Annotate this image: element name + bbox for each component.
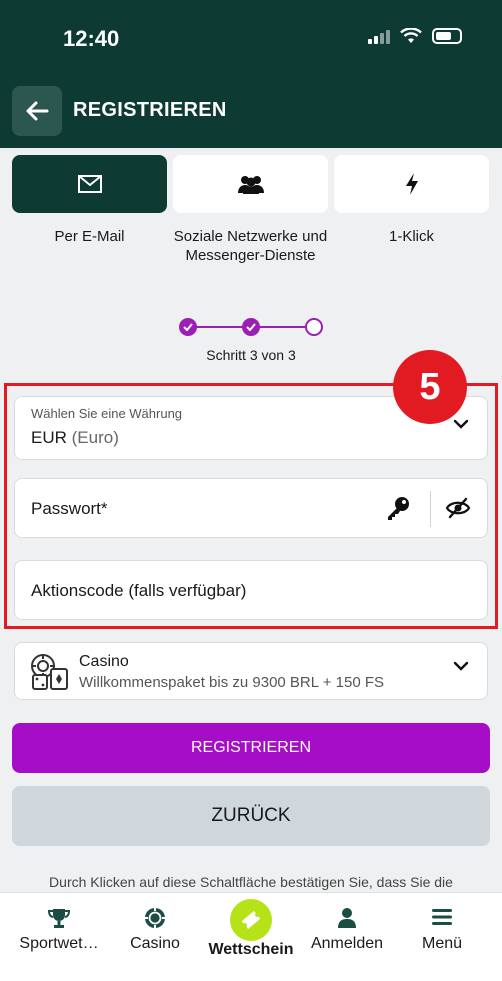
nav-label-casino: Casino: [130, 935, 180, 952]
menu-icon: [392, 907, 492, 927]
bonus-select[interactable]: Casino Willkommenspaket bis zu 9300 BRL …: [14, 642, 488, 700]
bonus-title: Casino: [79, 653, 129, 670]
method-one-click-box[interactable]: [334, 155, 489, 213]
bottom-nav: Sportwet… Casino Wettschein Anmelden Men…: [0, 892, 502, 981]
method-one-click-label: 1-Klick: [388, 228, 434, 245]
wifi-icon: [400, 28, 422, 43]
status-time: 12:40: [63, 26, 120, 51]
trophy-icon: [9, 907, 109, 929]
step-3-current: [305, 318, 323, 336]
nav-label-menu: Menü: [421, 935, 463, 952]
ticket-icon: [230, 899, 272, 941]
nav-label-betslip: Wettschein: [208, 941, 294, 958]
status-icons: [368, 28, 462, 44]
method-social-label: Soziale Netzwerke und Messenger-Dienste: [173, 228, 328, 264]
casino-chip-icon: [105, 907, 205, 929]
lightning-icon: [405, 173, 418, 195]
nav-item-menu[interactable]: Menü: [392, 893, 492, 981]
step-2-done: [242, 318, 260, 336]
nav-label-sports: Sportwet…: [19, 935, 99, 952]
nav-active-indicator: [201, 899, 301, 941]
envelope-icon: [77, 175, 102, 193]
bonus-subtitle: Willkommenspaket bis zu 9300 BRL + 150 F…: [79, 674, 385, 691]
nav-item-betslip[interactable]: Wettschein: [201, 893, 301, 981]
nav-item-sports[interactable]: Sportwet…: [9, 893, 109, 981]
method-social[interactable]: Soziale Netzwerke und Messenger-Dienste: [173, 155, 328, 265]
method-one-click[interactable]: 1-Klick: [334, 155, 489, 265]
app-header: 12:40 REGISTRIEREN: [0, 0, 502, 148]
user-icon: [297, 907, 397, 929]
battery-icon: [432, 28, 462, 44]
nav-item-login[interactable]: Anmelden: [297, 893, 397, 981]
registration-methods: Per E-Mail Soziale Netzwerke und Messeng…: [12, 155, 490, 265]
back-button[interactable]: ZURÜCK: [12, 786, 490, 846]
arrow-left-icon: [26, 101, 49, 121]
register-button[interactable]: REGISTRIEREN: [12, 723, 490, 773]
check-icon: [183, 323, 193, 331]
check-icon: [246, 323, 256, 331]
terms-disclaimer: Durch Klicken auf diese Schaltfläche bes…: [49, 874, 453, 890]
chevron-down-icon: [453, 661, 469, 671]
casino-dice-icon: [31, 654, 68, 690]
method-email-label: Per E-Mail: [54, 228, 125, 245]
method-social-box[interactable]: [173, 155, 328, 213]
progress-stepper: [179, 318, 323, 336]
method-email-box[interactable]: [12, 155, 167, 213]
nav-label-login: Anmelden: [310, 935, 384, 952]
nav-item-casino[interactable]: Casino: [105, 893, 205, 981]
step-1-done: [179, 318, 197, 336]
users-icon: [237, 176, 264, 194]
method-email[interactable]: Per E-Mail: [12, 155, 167, 265]
callout-badge: 5: [393, 350, 467, 424]
page-title: REGISTRIEREN: [73, 99, 227, 121]
back-arrow-button[interactable]: [12, 86, 62, 136]
signal-icon: [368, 28, 390, 44]
